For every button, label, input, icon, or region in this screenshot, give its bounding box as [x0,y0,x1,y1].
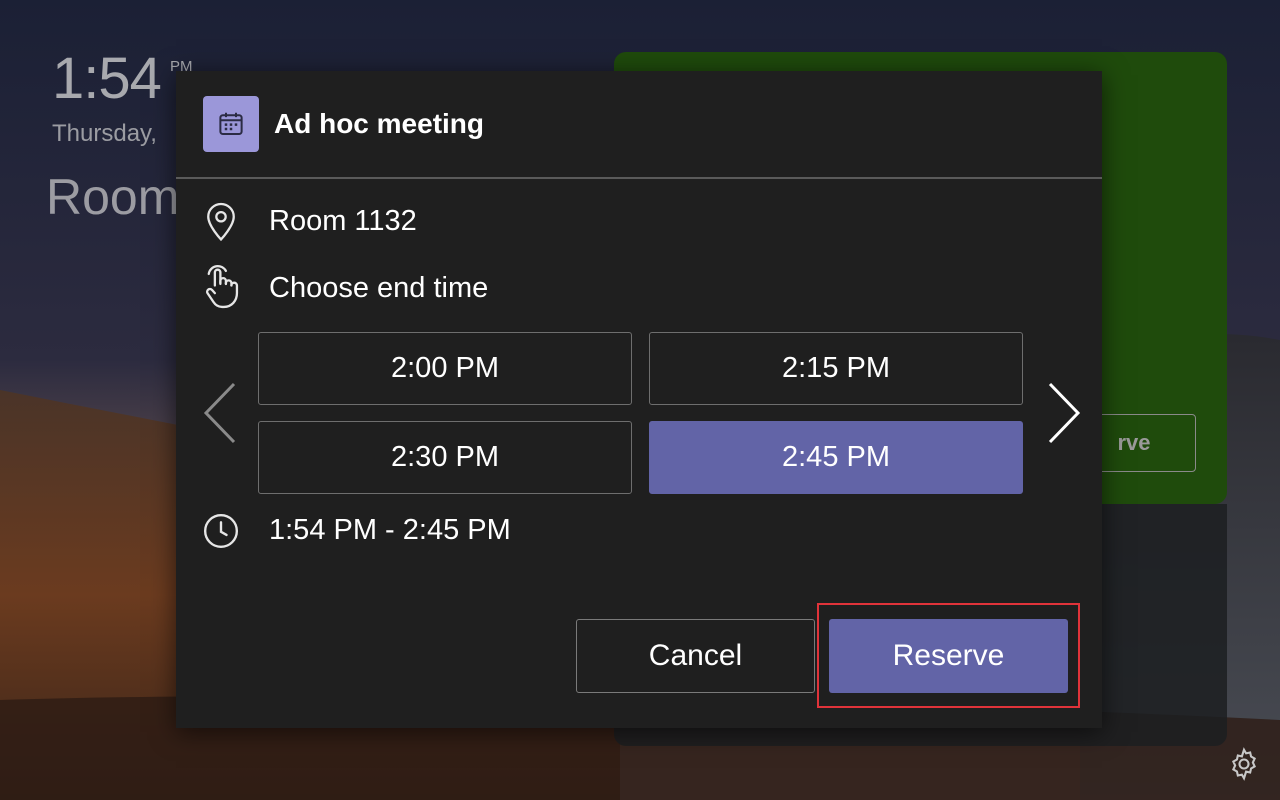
calendar-icon [203,96,259,152]
time-slot-label: 2:15 PM [782,352,890,384]
chevron-right-icon[interactable] [1042,381,1086,445]
time-slot-label: 2:45 PM [782,441,890,473]
dialog-header: Ad hoc meeting [176,71,1102,179]
clock-icon [201,509,241,553]
background-reserve-label: rve [1117,430,1151,455]
location-text: Room 1132 [269,205,417,237]
time-slot-2-45-pm[interactable]: 2:45 PM [649,421,1023,494]
time-slot-2-00-pm[interactable]: 2:00 PM [258,332,632,405]
duration-text: 1:54 PM - 2:45 PM [269,514,511,546]
background-room-name: Room [46,169,180,225]
ad-hoc-meeting-dialog: Ad hoc meeting Room 1132 Choose end time… [176,71,1102,728]
time-slot-2-30-pm[interactable]: 2:30 PM [258,421,632,494]
background-date: Thursday, [52,120,157,147]
clock-time: 1:54 [52,46,162,111]
instruction-text: Choose end time [269,272,489,304]
gear-icon[interactable] [1226,746,1262,782]
dialog-title: Ad hoc meeting [274,108,485,139]
reserve-button[interactable]: Reserve [829,619,1068,693]
touch-hand-icon [201,264,241,309]
time-slot-label: 2:30 PM [391,441,499,473]
cancel-button-label: Cancel [648,639,743,672]
location-pin-icon [201,199,241,243]
chevron-left-icon[interactable] [198,381,242,445]
cancel-button[interactable]: Cancel [576,619,815,693]
time-slot-label: 2:00 PM [391,352,499,384]
background-clock: 1:54 PM [52,46,193,111]
reserve-button-label: Reserve [892,639,1005,672]
time-slot-2-15-pm[interactable]: 2:15 PM [649,332,1023,405]
